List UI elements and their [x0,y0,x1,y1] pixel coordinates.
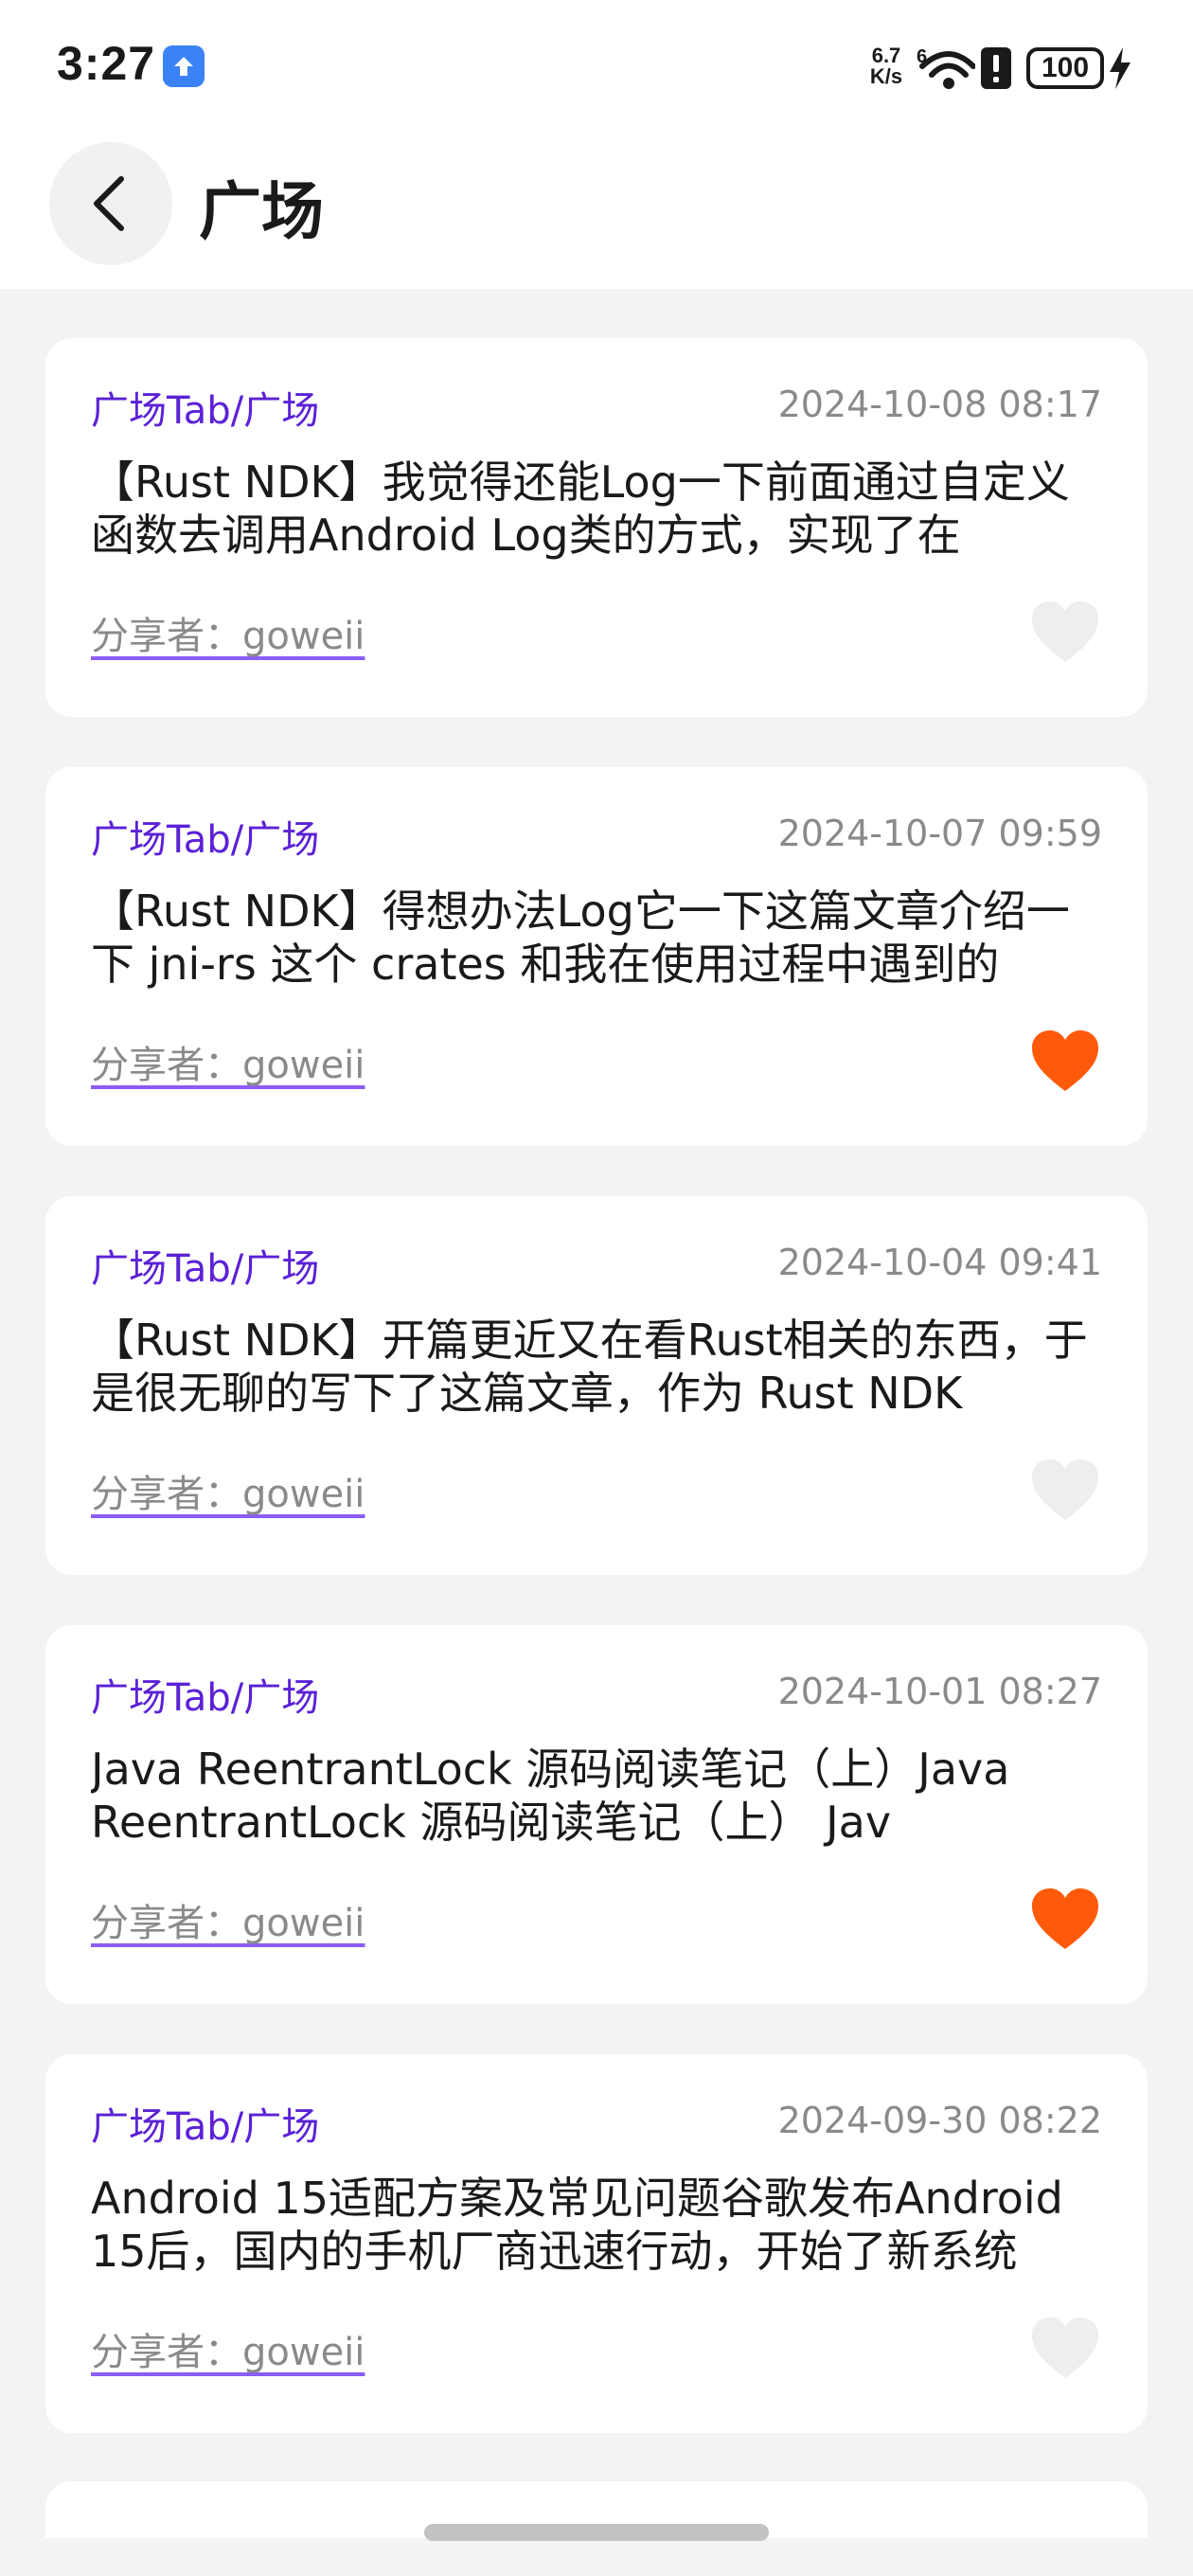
screen: 3:27 6.7 K/s 6 100 广场 广场Tab/广场 2024-10-0… [0,0,1193,2576]
battery-level: 100 [1026,47,1104,89]
article-category[interactable]: 广场Tab/广场 [91,1667,319,1722]
page-title: 广场 [199,175,324,248]
article-summary: 【Rust NDK】我觉得还能Log一下前面通过自定义函数去调用Android … [91,456,1070,561]
heart-icon[interactable] [1030,1887,1100,1951]
network-speed: 6.7 K/s [865,45,907,87]
status-bar: 3:27 6.7 K/s 6 100 [0,0,1193,133]
article-summary: Java ReentrantLock 源码阅读笔记（上）Java Reentra… [91,1744,1010,1848]
back-button[interactable] [49,142,172,265]
home-indicator[interactable] [424,2524,769,2541]
heart-icon[interactable] [1030,599,1100,664]
article-card[interactable]: 广场Tab/广场 2024-10-01 08:27 Java Reentrant… [45,1625,1148,2004]
article-author[interactable]: 分享者：goweii [91,1034,365,1089]
article-date: 2024-09-30 08:22 [777,2100,1102,2141]
article-date: 2024-10-07 09:59 [777,813,1102,854]
article-author[interactable]: 分享者：goweii [91,1892,365,1947]
network-speed-unit: K/s [869,64,903,88]
wifi-icon: 6 [917,44,976,95]
app-header: 广场 [0,133,1193,289]
chevron-left-icon [94,176,124,231]
article-date: 2024-10-04 09:41 [777,1242,1102,1283]
article-card[interactable]: 广场Tab/广场 2024-10-07 09:59 【Rust NDK】得想办法… [45,767,1148,1146]
article-author[interactable]: 分享者：goweii [91,1463,365,1518]
article-category[interactable]: 广场Tab/广场 [91,380,319,435]
article-date: 2024-10-01 08:27 [777,1671,1102,1712]
article-card[interactable]: 广场Tab/广场 2024-10-04 09:41 【Rust NDK】开篇更近… [45,1196,1148,1575]
article-author[interactable]: 分享者：goweii [91,605,365,660]
article-summary: 【Rust NDK】得想办法Log它一下这篇文章介绍一下 jni-rs 这个 c… [91,886,1070,990]
article-category[interactable]: 广场Tab/广场 [91,1238,319,1293]
article-feed: 广场Tab/广场 2024-10-08 08:17 【Rust NDK】我觉得还… [45,338,1148,2483]
alert-icon [981,47,1011,93]
article-author[interactable]: 分享者：goweii [91,2321,365,2376]
article-category[interactable]: 广场Tab/广场 [91,2096,319,2151]
app-notification-icon [163,45,205,87]
article-summary: 【Rust NDK】开篇更近又在看Rust相关的东西，于是很无聊的写下了这篇文章… [91,1315,1088,1419]
article-date: 2024-10-08 08:17 [777,384,1102,425]
heart-icon[interactable] [1030,1458,1100,1522]
article-card[interactable]: 广场Tab/广场 2024-09-30 08:22 Android 15适配方案… [45,2054,1148,2433]
heart-icon[interactable] [1030,1029,1100,1093]
article-category[interactable]: 广场Tab/广场 [91,809,319,864]
charging-icon [1108,47,1132,93]
article-summary: Android 15适配方案及常见问题谷歌发布Android 15后，国内的手机… [91,2173,1063,2277]
article-card[interactable]: 广场Tab/广场 2024-10-08 08:17 【Rust NDK】我觉得还… [45,338,1148,717]
status-time: 3:27 [57,37,156,90]
heart-icon[interactable] [1030,2316,1100,2380]
